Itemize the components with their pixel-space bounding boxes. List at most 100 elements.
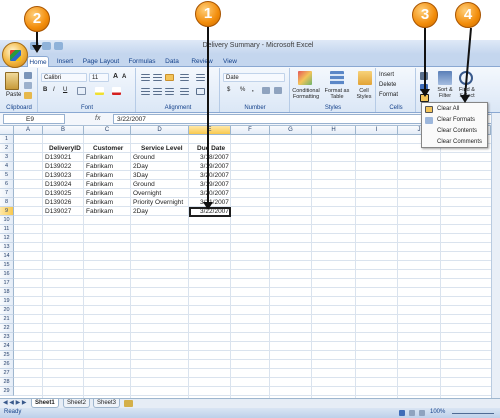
row-header[interactable]: 14 (0, 252, 14, 261)
tab-page-layout[interactable]: Page Layout (82, 56, 120, 67)
row-header[interactable]: 19 (0, 297, 14, 306)
column-header[interactable]: G (270, 126, 312, 135)
merge-center-icon[interactable] (196, 88, 205, 95)
normal-view-icon[interactable] (399, 410, 405, 416)
comma-button[interactable]: , (252, 87, 254, 93)
insert-cells-button[interactable]: Insert (379, 72, 394, 78)
data-cell[interactable]: 3/20/2007 (200, 171, 229, 180)
data-cell[interactable]: Priority Overnight (133, 198, 183, 207)
data-cell[interactable]: 3/19/2007 (200, 162, 229, 171)
row-header[interactable]: 26 (0, 360, 14, 369)
column-header[interactable]: H (312, 126, 356, 135)
header-cell[interactable]: Due Date (197, 144, 225, 153)
fill-color-icon[interactable] (95, 87, 104, 95)
redo-icon[interactable] (54, 42, 63, 50)
tab-view[interactable]: View (220, 56, 240, 67)
data-cell[interactable]: D139021 (45, 153, 71, 162)
zoom-slider[interactable] (452, 413, 494, 414)
worksheet-grid[interactable] (0, 126, 491, 398)
format-as-table-icon[interactable] (330, 71, 344, 85)
tab-home[interactable]: Home (27, 56, 49, 67)
currency-button[interactable]: $ (227, 87, 230, 93)
row-header[interactable]: 20 (0, 306, 14, 315)
row-header[interactable]: 12 (0, 234, 14, 243)
shrink-font-button[interactable]: A (122, 74, 126, 80)
data-cell[interactable]: Fabrikam (86, 198, 113, 207)
top-align-icon[interactable] (141, 74, 150, 81)
insert-function-button[interactable]: fx (95, 114, 111, 124)
row-header[interactable]: 29 (0, 387, 14, 396)
select-all-corner[interactable] (0, 126, 14, 135)
bottom-align-icon[interactable] (165, 74, 174, 81)
conditional-formatting-button[interactable]: Conditional Formatting (291, 88, 321, 100)
row-header[interactable]: 10 (0, 216, 14, 225)
borders-icon[interactable] (77, 87, 86, 95)
sort-filter-button[interactable]: Sort & Filter (436, 87, 454, 99)
data-cell[interactable]: Ground (133, 180, 155, 189)
font-name-select[interactable]: Calibri (41, 73, 87, 82)
column-header[interactable]: B (43, 126, 84, 135)
undo-icon[interactable] (42, 42, 51, 50)
data-cell[interactable]: D139022 (45, 162, 71, 171)
data-cell[interactable]: 3/18/2007 (200, 153, 229, 162)
data-cell[interactable]: 3Day (133, 171, 148, 180)
align-center-icon[interactable] (153, 88, 162, 95)
align-left-icon[interactable] (141, 88, 150, 95)
data-cell[interactable]: 3/20/2007 (200, 189, 229, 198)
page-layout-view-icon[interactable] (409, 410, 415, 416)
grow-font-button[interactable]: A (113, 73, 118, 80)
data-cell[interactable]: D139027 (45, 207, 71, 216)
office-button[interactable] (2, 42, 28, 68)
row-header[interactable]: 25 (0, 351, 14, 360)
data-cell[interactable]: Fabrikam (86, 189, 113, 198)
row-header[interactable]: 6 (0, 180, 14, 189)
data-cell[interactable]: Fabrikam (86, 153, 113, 162)
row-header[interactable]: 13 (0, 243, 14, 252)
header-cell[interactable]: Service Level (141, 144, 183, 153)
font-size-select[interactable]: 11 (89, 73, 109, 82)
column-header[interactable]: C (84, 126, 131, 135)
tab-review[interactable]: Review (189, 56, 215, 67)
data-cell[interactable]: Fabrikam (86, 162, 113, 171)
column-header[interactable]: E (189, 126, 231, 135)
cell-styles-button[interactable]: Cell Styles (353, 88, 375, 100)
clear-formats-item[interactable]: Clear Formats (422, 115, 487, 126)
row-header[interactable]: 2 (0, 144, 14, 153)
data-cell[interactable]: Overnight (133, 189, 161, 198)
wrap-text-icon[interactable] (196, 74, 205, 81)
insert-sheet-icon[interactable] (124, 400, 133, 407)
data-cell[interactable]: D139023 (45, 171, 71, 180)
number-format-select[interactable]: Date (223, 73, 285, 82)
clear-contents-item[interactable]: Clear Contents (422, 126, 487, 137)
column-header[interactable]: F (231, 126, 270, 135)
sheet-tab-sheet3[interactable]: Sheet3 (93, 399, 121, 408)
row-header[interactable]: 5 (0, 171, 14, 180)
clear-all-item[interactable]: Clear All (422, 104, 487, 115)
row-header[interactable]: 1 (0, 135, 14, 144)
row-header[interactable]: 18 (0, 288, 14, 297)
delete-cells-button[interactable]: Delete (379, 82, 396, 88)
row-header[interactable]: 16 (0, 270, 14, 279)
data-cell[interactable]: 2Day (133, 207, 148, 216)
zoom-level[interactable]: 100% (430, 409, 445, 415)
column-header[interactable]: D (131, 126, 189, 135)
tab-insert[interactable]: Insert (54, 56, 76, 67)
format-as-table-button[interactable]: Format as Table (323, 88, 351, 100)
row-header[interactable]: 8 (0, 198, 14, 207)
increase-decimal-icon[interactable] (262, 87, 270, 94)
data-cell[interactable]: Fabrikam (86, 207, 113, 216)
sheet-nav-arrows[interactable]: ◀ ◀ ▶ ▶ (3, 399, 26, 406)
name-box[interactable]: E9 (3, 114, 65, 124)
data-cell[interactable]: D139024 (45, 180, 71, 189)
vertical-scrollbar[interactable] (491, 113, 500, 398)
page-break-view-icon[interactable] (419, 410, 425, 416)
row-header[interactable]: 11 (0, 225, 14, 234)
percent-button[interactable]: % (240, 87, 245, 93)
row-header[interactable]: 9 (0, 207, 14, 216)
format-cells-button[interactable]: Format (379, 92, 398, 98)
clear-comments-item[interactable]: Clear Comments (422, 137, 487, 148)
data-cell[interactable]: Fabrikam (86, 180, 113, 189)
row-header[interactable]: 3 (0, 153, 14, 162)
align-right-icon[interactable] (165, 88, 174, 95)
cell-styles-icon[interactable] (358, 71, 372, 85)
